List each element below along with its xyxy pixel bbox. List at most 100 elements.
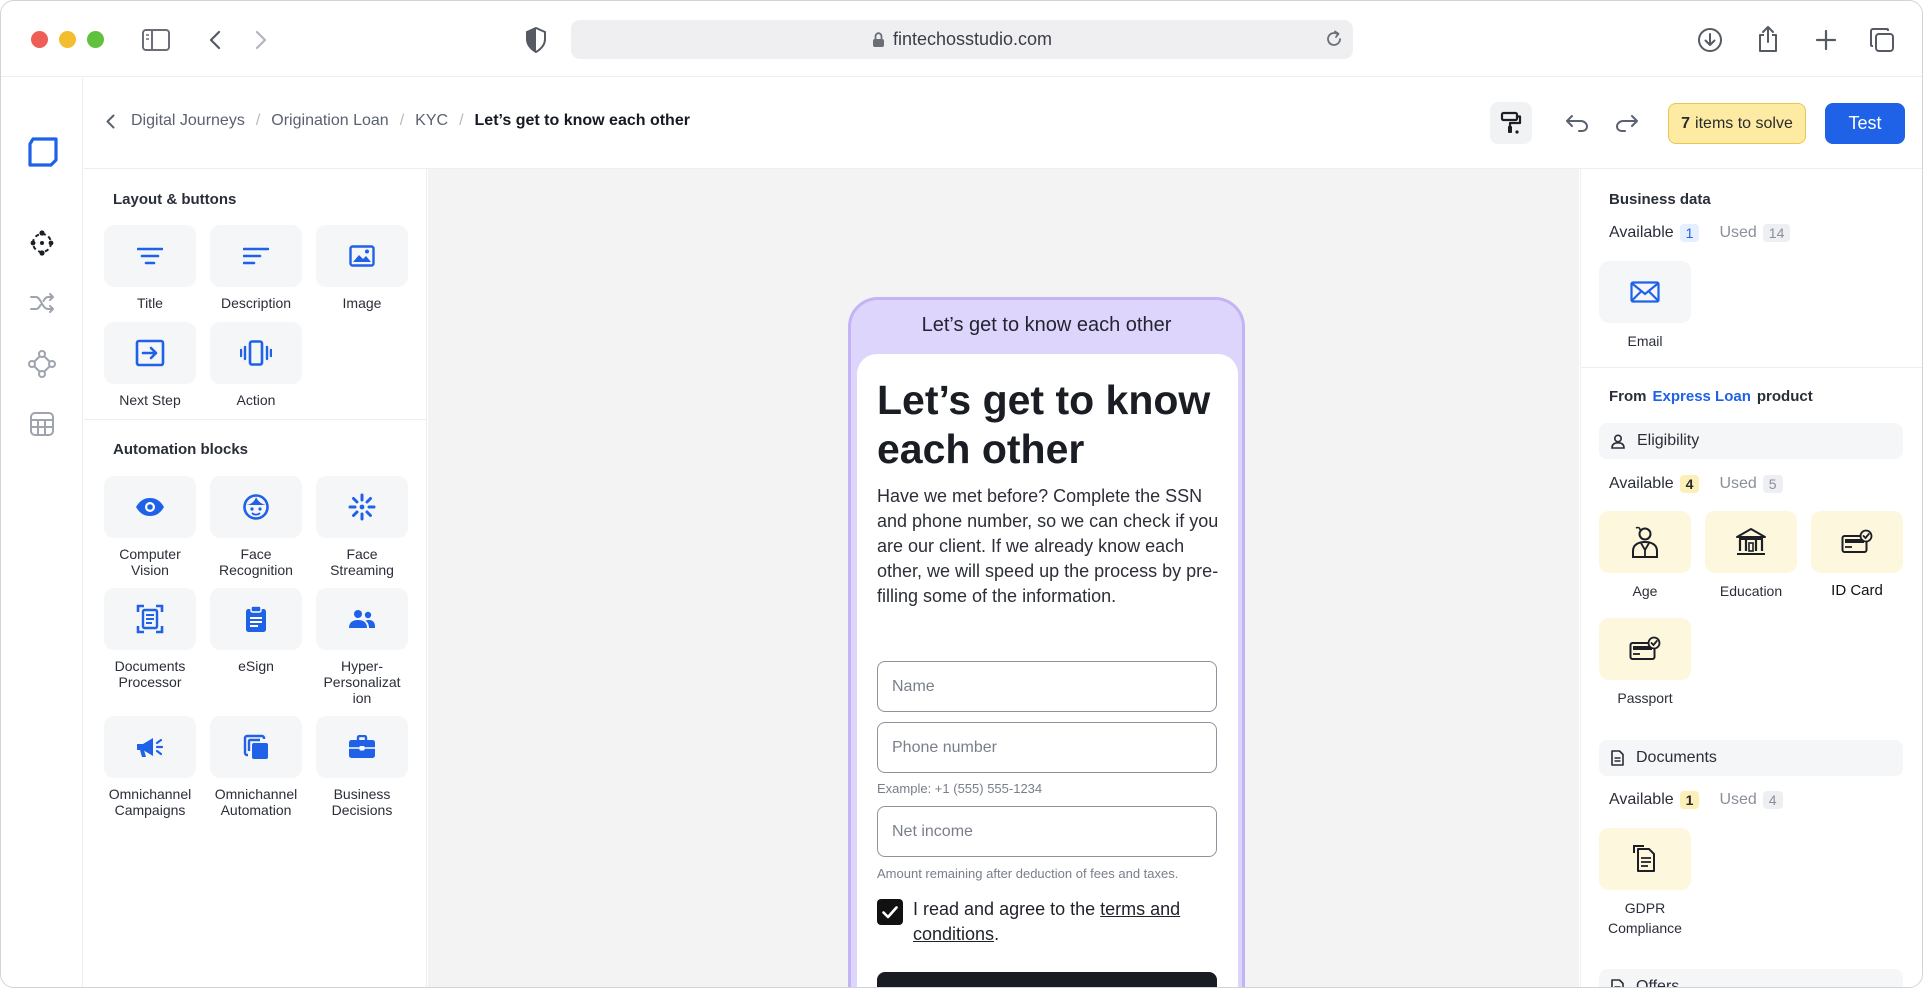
component-label: Computer Vision xyxy=(119,546,181,578)
download-icon[interactable] xyxy=(1695,25,1725,55)
test-button[interactable]: Test xyxy=(1825,103,1905,144)
component-computer-vision[interactable]: Computer Vision xyxy=(104,476,196,578)
breadcrumb-separator: / xyxy=(459,112,464,129)
logo-icon[interactable] xyxy=(26,135,60,169)
category-offers[interactable]: Offers xyxy=(1599,969,1903,988)
journey-nodes-icon[interactable] xyxy=(26,227,58,259)
component-hyper-personalization[interactable]: Hyper-Personalizat ion xyxy=(316,588,408,706)
checkmark-icon xyxy=(882,905,898,918)
document-icon xyxy=(1611,750,1624,766)
items-to-solve-badge[interactable]: 7 items to solve xyxy=(1668,103,1806,144)
component-label: eSign xyxy=(238,658,274,674)
breadcrumb-back-icon[interactable] xyxy=(106,114,115,129)
people-icon xyxy=(349,610,375,628)
category-eligibility[interactable]: Eligibility xyxy=(1599,423,1903,459)
category-label: Documents xyxy=(1636,749,1717,766)
component-face-streaming[interactable]: Face Streaming xyxy=(316,476,408,578)
data-item-label: GDPR Compliance xyxy=(1608,900,1682,936)
screen-title[interactable]: Let’s get to know each other xyxy=(877,376,1222,474)
phone-number-field[interactable]: Phone number xyxy=(877,722,1217,773)
product-source: From Express Loan product xyxy=(1609,388,1813,405)
component-face-recognition[interactable]: Face Recognition xyxy=(210,476,302,578)
component-omnichannel-campaigns[interactable]: Omnichannel Campaigns xyxy=(104,716,196,818)
data-item-label: Age xyxy=(1632,583,1658,599)
phone-placeholder: Phone number xyxy=(892,738,997,756)
back-icon[interactable] xyxy=(203,25,227,55)
data-item-passport[interactable]: Passport xyxy=(1599,618,1691,708)
breadcrumb: Digital Journeys / Origination Loan / KY… xyxy=(106,112,690,130)
data-item-gdpr-compliance[interactable]: GDPR Compliance xyxy=(1599,828,1691,938)
component-description[interactable]: Description xyxy=(210,225,302,311)
category-label: Offers xyxy=(1636,978,1680,988)
files-icon xyxy=(1633,845,1655,872)
forward-icon[interactable] xyxy=(249,25,273,55)
phone-hint: Example: +1 (555) 555-1234 xyxy=(877,781,1043,796)
component-label: Omnichannel Automation xyxy=(214,786,298,818)
data-item-education[interactable]: Education xyxy=(1705,511,1797,601)
phone-screen: Let’s get to know each other Have we met… xyxy=(857,354,1238,987)
shuffle-icon[interactable] xyxy=(26,287,58,319)
format-painter-button[interactable] xyxy=(1490,102,1532,144)
face-icon xyxy=(243,494,269,520)
undo-icon[interactable] xyxy=(1560,106,1594,140)
browser-toolbar: fintechosstudio.com xyxy=(1,1,1922,77)
document-icon xyxy=(1611,979,1624,987)
used-count: 4 xyxy=(1762,791,1783,809)
breadcrumb-current: Let’s get to know each other xyxy=(474,112,690,129)
close-window-button[interactable] xyxy=(31,31,48,48)
component-label: Description xyxy=(220,295,292,311)
used-count: 14 xyxy=(1762,224,1791,242)
terms-checkbox[interactable] xyxy=(877,899,903,925)
data-item-id-card[interactable]: ID Card xyxy=(1811,511,1903,601)
maximize-window-button[interactable] xyxy=(87,31,104,48)
layout-section-title: Layout & buttons xyxy=(113,191,237,208)
section-divider xyxy=(1581,367,1922,368)
address-bar[interactable]: fintechosstudio.com xyxy=(571,20,1353,59)
component-title[interactable]: Title xyxy=(104,225,196,311)
data-item-email[interactable]: Email xyxy=(1599,261,1691,351)
redo-icon[interactable] xyxy=(1610,106,1644,140)
tabs-overview-icon[interactable] xyxy=(1867,25,1897,55)
terms-label: I read and agree to the terms and condit… xyxy=(913,897,1213,947)
screen-description[interactable]: Have we met before? Complete the SSN and… xyxy=(877,484,1227,609)
component-omnichannel-automation[interactable]: Omnichannel Automation xyxy=(210,716,302,818)
left-rail xyxy=(1,78,83,987)
component-business-decisions[interactable]: Business Decisions xyxy=(316,716,408,818)
terms-text: I read and agree to the xyxy=(913,899,1101,919)
used-label: Used xyxy=(1719,791,1757,808)
primary-action-button[interactable] xyxy=(877,972,1217,987)
breadcrumb-item-kyc[interactable]: KYC xyxy=(415,112,448,130)
automation-section-title: Automation blocks xyxy=(113,441,249,458)
income-hint: Amount remaining after deduction of fees… xyxy=(877,866,1179,881)
component-label: Face Streaming xyxy=(330,546,394,578)
component-label: Next Step xyxy=(119,392,181,408)
component-documents-processor[interactable]: Documents Processor xyxy=(104,588,196,690)
breadcrumb-item-origination-loan[interactable]: Origination Loan xyxy=(271,112,388,130)
person-icon xyxy=(1632,526,1658,558)
reload-icon[interactable] xyxy=(1325,30,1343,53)
component-action[interactable]: Action xyxy=(210,322,302,408)
component-esign[interactable]: eSign xyxy=(210,588,302,674)
shield-icon[interactable] xyxy=(523,25,549,55)
data-item-age[interactable]: Age xyxy=(1599,511,1691,601)
name-field[interactable]: Name xyxy=(877,661,1217,712)
minimize-window-button[interactable] xyxy=(59,31,76,48)
new-tab-icon[interactable] xyxy=(1811,25,1841,55)
share-icon[interactable] xyxy=(1753,23,1783,55)
items-to-solve-label: items to solve xyxy=(1695,114,1793,132)
component-label: Image xyxy=(342,295,382,311)
breadcrumb-item-digital-journeys[interactable]: Digital Journeys xyxy=(131,112,245,130)
editor-topbar: Digital Journeys / Origination Loan / KY… xyxy=(84,78,1922,169)
product-link[interactable]: Express Loan xyxy=(1653,388,1751,405)
component-image[interactable]: Image xyxy=(316,225,408,311)
category-documents[interactable]: Documents xyxy=(1599,740,1903,776)
available-label: Available xyxy=(1609,791,1674,808)
phone-preview[interactable]: Let’s get to know each other Let’s get t… xyxy=(848,297,1245,987)
sidebar-toggle-icon[interactable] xyxy=(141,25,171,55)
connections-icon[interactable] xyxy=(26,348,58,380)
business-data-title: Business data xyxy=(1609,191,1711,208)
net-income-field[interactable]: Net income xyxy=(877,806,1217,857)
grid-icon[interactable] xyxy=(26,408,58,440)
component-next-step[interactable]: Next Step xyxy=(104,322,196,408)
available-count: 4 xyxy=(1679,475,1700,493)
